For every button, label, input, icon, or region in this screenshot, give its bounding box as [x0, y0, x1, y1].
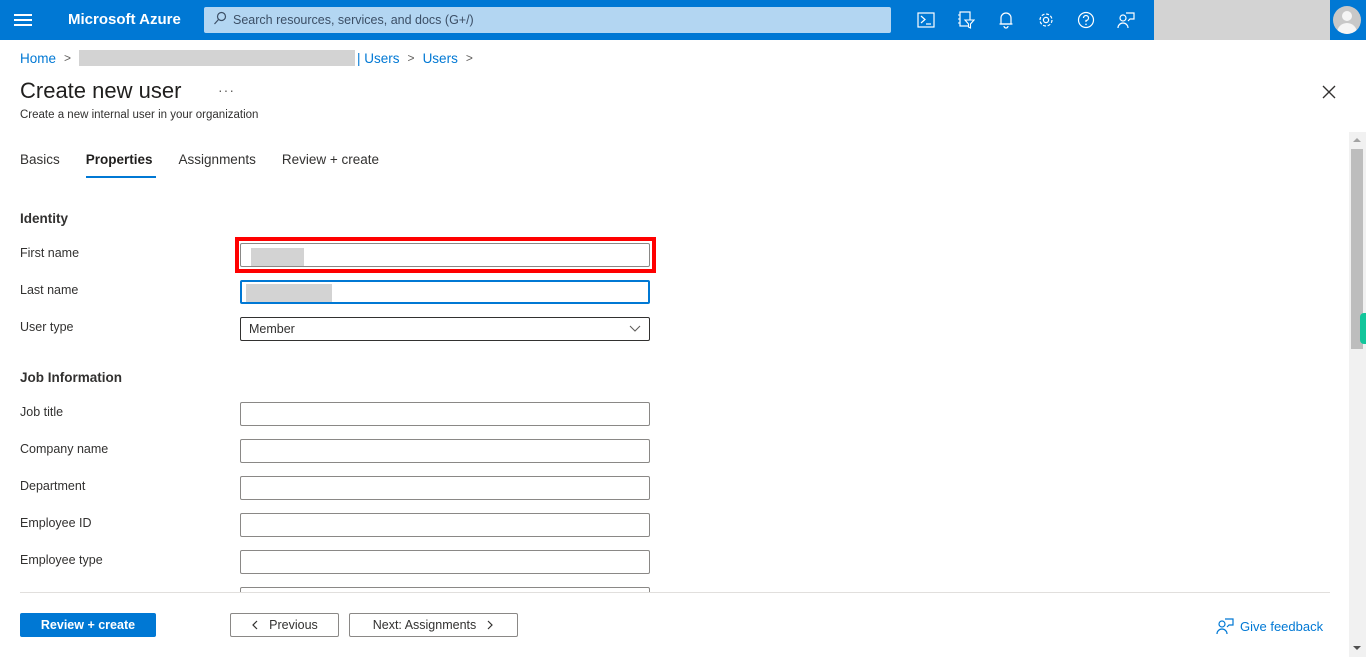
page-title: Create new user — [20, 78, 182, 103]
user-type-dropdown[interactable]: Member — [240, 317, 650, 341]
give-feedback-label: Give feedback — [1240, 618, 1324, 634]
settings-icon[interactable] — [1034, 8, 1058, 32]
scroll-down-arrow-icon[interactable] — [1353, 646, 1361, 650]
job-title-input[interactable] — [240, 402, 650, 426]
give-feedback-link[interactable]: Give feedback — [1216, 617, 1323, 635]
employee-id-input[interactable] — [240, 513, 650, 537]
department-label: Department — [20, 479, 86, 493]
last-name-input[interactable] — [240, 280, 650, 304]
help-icon[interactable] — [1074, 8, 1098, 32]
job-information-section-title: Job Information — [20, 370, 122, 385]
wizard-tabs: Basics Properties Assignments Review + c… — [20, 152, 405, 178]
breadcrumb-tenant-users[interactable]: | Users — [357, 51, 400, 66]
user-type-label: User type — [20, 320, 74, 334]
previous-button[interactable]: Previous — [230, 613, 339, 637]
footer-bar — [0, 593, 1350, 657]
breadcrumb: Home > | Users > Users > — [20, 50, 481, 66]
chevron-right-icon — [487, 620, 494, 630]
more-options-button[interactable]: ··· — [218, 82, 235, 98]
job-title-label: Job title — [20, 405, 64, 419]
next-button-label: Next: Assignments — [372, 618, 477, 632]
search-placeholder: Search resources, services, and docs (G+… — [233, 13, 474, 27]
side-panel-handle[interactable] — [1360, 313, 1366, 344]
identity-section-title: Identity — [20, 211, 69, 226]
last-name-value-redacted — [246, 284, 332, 302]
scroll-up-arrow-icon[interactable] — [1353, 138, 1361, 142]
feedback-icon[interactable] — [1114, 8, 1138, 32]
first-name-input[interactable] — [240, 243, 650, 267]
chevron-right-icon: > — [407, 51, 415, 65]
tab-assignments[interactable]: Assignments — [179, 152, 256, 178]
account-info-redacted[interactable] — [1154, 0, 1330, 40]
department-input[interactable] — [240, 476, 650, 500]
notifications-icon[interactable] — [994, 8, 1018, 32]
first-name-label: First name — [20, 246, 80, 260]
company-name-label: Company name — [20, 442, 109, 456]
vertical-scrollbar[interactable] — [1349, 132, 1366, 657]
employee-type-label: Employee type — [20, 553, 103, 567]
feedback-icon — [1216, 618, 1234, 635]
page-subtitle: Create a new internal user in your organ… — [20, 109, 259, 121]
top-navigation-bar: Microsoft Azure Search resources, servic… — [0, 0, 1366, 40]
chevron-right-icon: > — [64, 51, 72, 65]
cloud-shell-icon[interactable] — [914, 8, 938, 32]
tab-review-create[interactable]: Review + create — [282, 152, 379, 178]
company-name-input[interactable] — [240, 439, 650, 463]
tab-properties[interactable]: Properties — [85, 152, 156, 178]
next-assignments-button[interactable]: Next: Assignments — [349, 613, 518, 637]
global-search-input[interactable]: Search resources, services, and docs (G+… — [204, 7, 891, 33]
employee-type-input[interactable] — [240, 550, 650, 574]
previous-button-label: Previous — [269, 618, 318, 632]
close-icon[interactable] — [1320, 83, 1338, 101]
employee-id-label: Employee ID — [20, 516, 92, 530]
tab-basics[interactable]: Basics — [20, 152, 60, 178]
user-type-value: Member — [249, 322, 295, 336]
menu-icon[interactable] — [14, 12, 32, 28]
breadcrumb-tenant-redacted[interactable] — [79, 50, 356, 66]
last-name-label: Last name — [20, 283, 79, 297]
directory-filter-icon[interactable] — [954, 8, 978, 32]
review-create-button[interactable]: Review + create — [20, 613, 156, 637]
first-name-value-redacted — [251, 248, 304, 266]
breadcrumb-home[interactable]: Home — [20, 51, 56, 66]
search-icon — [214, 11, 227, 25]
chevron-right-icon: > — [465, 51, 473, 65]
chevron-down-icon — [629, 325, 641, 332]
brand-logo-text[interactable]: Microsoft Azure — [68, 11, 181, 28]
avatar[interactable] — [1333, 6, 1361, 34]
breadcrumb-users[interactable]: Users — [423, 51, 458, 66]
footer-divider — [20, 592, 1330, 593]
chevron-left-icon — [252, 620, 258, 630]
